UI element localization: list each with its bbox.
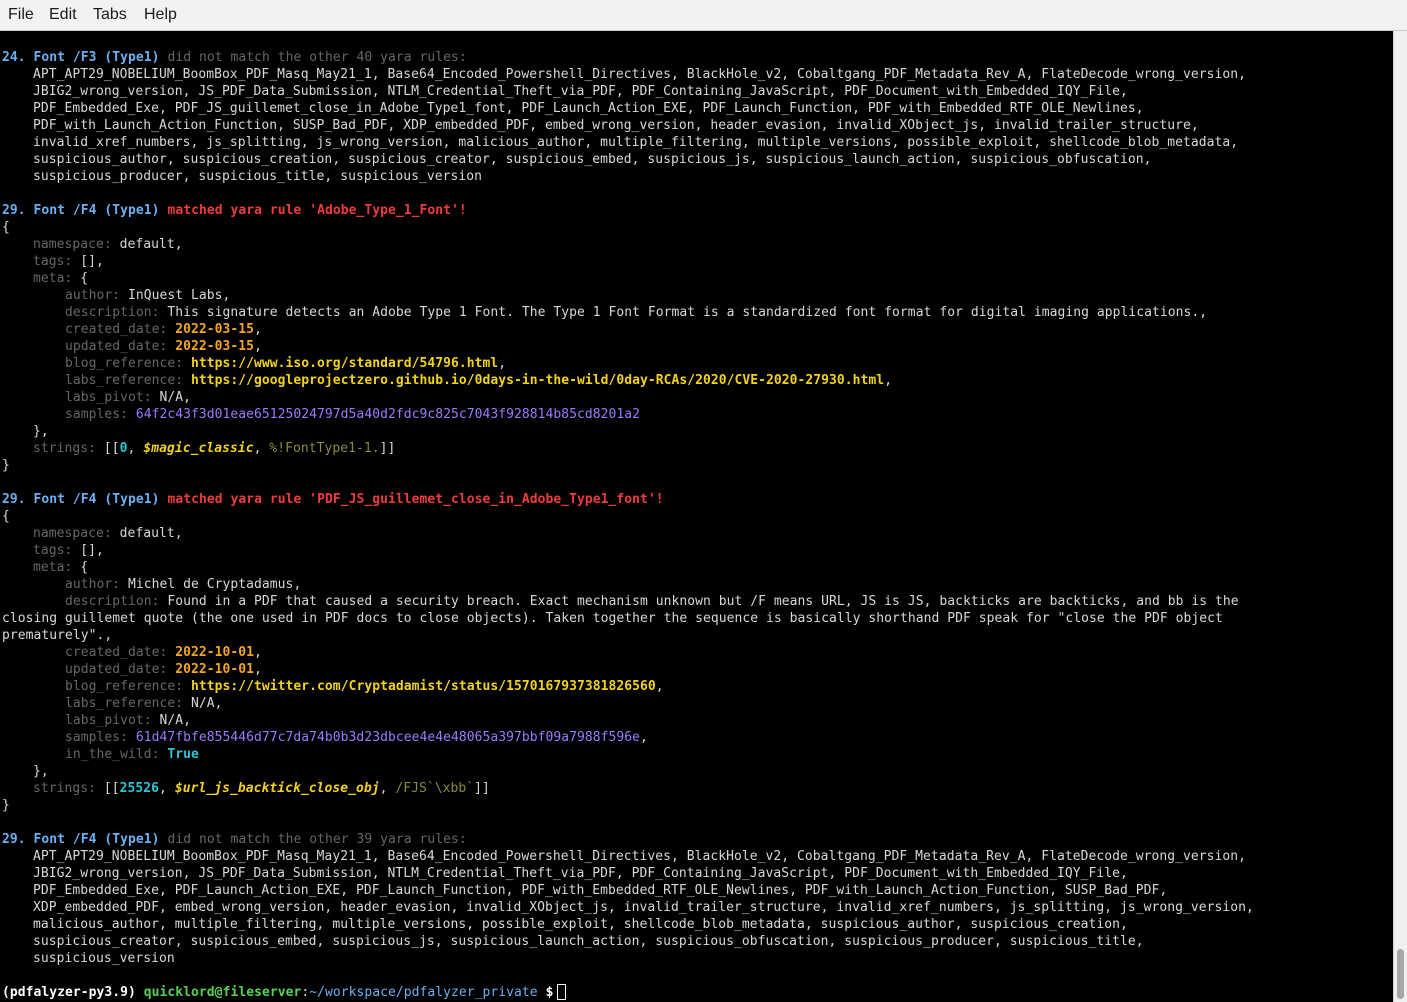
- result-message: matched yara rule 'PDF_JS_guillemet_clos…: [167, 492, 664, 507]
- blog-reference-row: blog_reference: https://twitter.com/Cryp…: [65, 679, 664, 694]
- menu-edit[interactable]: Edit: [49, 6, 77, 24]
- rule-list-line: APT_APT29_NOBELIUM_BoomBox_PDF_Masq_May2…: [33, 67, 1247, 82]
- description-row: description: Found in a PDF that caused …: [65, 594, 1239, 609]
- samples-row: samples: 64f2c43f3d01eae65125024797d5a40…: [65, 407, 640, 422]
- labs-reference-row: labs_reference: N/A,: [65, 696, 223, 711]
- venv-name: (pdfalyzer-py3.9): [2, 985, 136, 1000]
- font-name: Font /F4 (Type1): [33, 203, 160, 218]
- brace-open: {: [2, 509, 10, 524]
- meta-close: },: [33, 764, 49, 779]
- working-directory: ~/workspace/pdfalyzer_private: [309, 985, 538, 1000]
- created-date-row: created_date: 2022-03-15,: [65, 322, 262, 337]
- rule-list-line: PDF_Embedded_Exe, PDF_JS_guillemet_close…: [33, 101, 1144, 116]
- updated-date-row: updated_date: 2022-10-01,: [65, 662, 262, 677]
- menu-help[interactable]: Help: [144, 6, 177, 24]
- menu-tabs[interactable]: Tabs: [93, 6, 127, 24]
- meta-close: },: [33, 424, 49, 439]
- rule-list-line: XDP_embedded_PDF, embed_wrong_version, h…: [33, 900, 1254, 915]
- result-header: 24. Font /F3 (Type1) did not match the o…: [2, 49, 467, 66]
- author-row: author: Michel de Cryptadamus,: [65, 577, 302, 592]
- meta-row: meta: {: [33, 271, 89, 286]
- result-message: did not match the other 39 yara rules:: [167, 832, 467, 847]
- rule-list-line: PDF_Embedded_Exe, PDF_Launch_Action_EXE,…: [33, 883, 1168, 898]
- description-wrap: prematurely".,: [2, 628, 113, 643]
- rule-list-line: malicious_author, multiple_filtering, mu…: [33, 917, 1128, 932]
- tags-row: tags: [],: [33, 254, 104, 269]
- rule-list-line: invalid_xref_numbers, js_splitting, js_w…: [33, 135, 1239, 150]
- menu-file[interactable]: File: [8, 6, 34, 24]
- rule-list-line: suspicious_creator, suspicious_embed, su…: [33, 934, 1144, 949]
- blog-reference-link[interactable]: https://twitter.com/Cryptadamist/status/…: [191, 679, 656, 694]
- strings-row: strings: [[25526, $url_js_backtick_close…: [33, 781, 490, 796]
- user-host: quicklord@fileserver: [143, 985, 302, 1000]
- brace-close: }: [2, 458, 10, 473]
- rule-list-line: JBIG2_wrong_version, JS_PDF_Data_Submiss…: [33, 866, 1128, 881]
- blog-reference-row: blog_reference: https://www.iso.org/stan…: [65, 356, 507, 371]
- meta-row: meta: {: [33, 560, 89, 575]
- result-message: matched yara rule 'Adobe_Type_1_Font'!: [167, 203, 467, 218]
- author-row: author: InQuest Labs,: [65, 288, 231, 303]
- rule-list-line: JBIG2_wrong_version, JS_PDF_Data_Submiss…: [33, 84, 1128, 99]
- brace-open: {: [2, 220, 10, 235]
- labs-reference-row: labs_reference: https://googleprojectzer…: [65, 373, 893, 388]
- terminal-output[interactable]: 24. Font /F3 (Type1) did not match the o…: [0, 31, 1393, 1002]
- description-row: description: This signature detects an A…: [65, 305, 1208, 320]
- created-date-row: created_date: 2022-10-01,: [65, 645, 262, 660]
- result-header: 29. Font /F4 (Type1) did not match the o…: [2, 831, 467, 848]
- brace-close: }: [2, 798, 10, 813]
- rule-list-line: suspicious_producer, suspicious_title, s…: [33, 169, 482, 184]
- vertical-scrollbar[interactable]: [1393, 31, 1407, 1002]
- updated-date-row: updated_date: 2022-03-15,: [65, 339, 262, 354]
- scrollbar-thumb[interactable]: [1397, 949, 1404, 999]
- in-the-wild-row: in_the_wild: True: [65, 747, 199, 762]
- result-number: 24.: [2, 50, 26, 65]
- blog-reference-link[interactable]: https://www.iso.org/standard/54796.html: [191, 356, 498, 371]
- labs-pivot-row: labs_pivot: N/A,: [65, 713, 192, 728]
- result-number: 29.: [2, 832, 26, 847]
- menu-bar: File Edit Tabs Help: [0, 0, 1407, 31]
- strings-row: strings: [[0, $magic_classic, %!FontType…: [33, 441, 396, 456]
- result-number: 29.: [2, 203, 26, 218]
- namespace-row: namespace: default,: [33, 526, 183, 541]
- rule-list-line: PDF_with_Launch_Action_Function, SUSP_Ba…: [33, 118, 1199, 133]
- result-number: 29.: [2, 492, 26, 507]
- samples-row: samples: 61d47fbfe855446d77c7da74b0b3d23…: [65, 730, 648, 745]
- rule-list-line: suspicious_version: [33, 951, 175, 966]
- shell-prompt[interactable]: (pdfalyzer-py3.9) quicklord@fileserver:~…: [2, 984, 567, 1001]
- tags-row: tags: [],: [33, 543, 104, 558]
- rule-list-line: suspicious_author, suspicious_creation, …: [33, 152, 1152, 167]
- labs-pivot-row: labs_pivot: N/A,: [65, 390, 192, 405]
- namespace-row: namespace: default,: [33, 237, 183, 252]
- result-header: 29. Font /F4 (Type1) matched yara rule '…: [2, 491, 664, 508]
- result-message: did not match the other 40 yara rules:: [167, 50, 467, 65]
- labs-reference-link[interactable]: https://googleprojectzero.github.io/0day…: [191, 373, 884, 388]
- font-name: Font /F4 (Type1): [33, 832, 160, 847]
- description-wrap: closing guillemet quote (the one used in…: [2, 611, 1223, 626]
- result-header: 29. Font /F4 (Type1) matched yara rule '…: [2, 202, 467, 219]
- font-name: Font /F4 (Type1): [33, 492, 160, 507]
- text-cursor[interactable]: [557, 984, 567, 1000]
- rule-list-line: APT_APT29_NOBELIUM_BoomBox_PDF_Masq_May2…: [33, 849, 1247, 864]
- font-name: Font /F3 (Type1): [33, 50, 160, 65]
